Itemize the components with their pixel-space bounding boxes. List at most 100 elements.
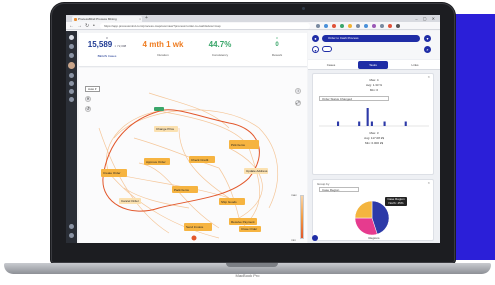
menu-icon[interactable]: [396, 24, 400, 28]
pie-slice-south: [354, 200, 373, 219]
forward-icon[interactable]: →: [77, 22, 82, 30]
info-icon[interactable]: [312, 235, 318, 241]
sparkline-bar: [383, 121, 386, 126]
metric-label: Rework: [271, 53, 283, 57]
close-icon[interactable]: ✕: [427, 181, 430, 185]
pie-tooltip: Case Region North: 45%: [385, 197, 407, 206]
profile-icon[interactable]: [388, 24, 392, 28]
metric-duration[interactable]: 4 mth 1 wk Duration: [137, 36, 189, 57]
process-selector-area: ● Order to Cash Process ▾ ▾ ⌕: [308, 31, 440, 59]
extension-icon[interactable]: [372, 24, 376, 28]
end-node: [191, 235, 197, 241]
group-by-select[interactable]: Case Region: [319, 187, 359, 192]
app-logo-icon[interactable]: [69, 35, 74, 40]
settings-icon[interactable]: [69, 97, 74, 102]
node-label: Pick Items: [231, 143, 245, 147]
filter-icon[interactable]: ▾: [312, 46, 319, 53]
lock-icon: •: [93, 23, 95, 29]
node-group: Create Order Approve Order Check Credit …: [101, 107, 268, 232]
details-panel: ● Order to Cash Process ▾ ▾ ⌕ Cases Task…: [308, 31, 440, 243]
edge: [98, 127, 170, 234]
favicon-icon: [74, 18, 77, 21]
plus-icon[interactable]: +: [145, 15, 148, 22]
metric-rework[interactable]: 0 0 Rework: [251, 36, 303, 57]
search-icon[interactable]: ⌕: [424, 46, 431, 53]
extension-icon[interactable]: [364, 24, 368, 28]
attribute-select[interactable]: Order Status Changed: [319, 96, 389, 101]
laptop-notch: [226, 263, 278, 267]
extension-icon[interactable]: [324, 24, 328, 28]
extension-icon[interactable]: [316, 24, 320, 28]
help-icon[interactable]: [69, 233, 74, 238]
metric-label: Duration: [157, 53, 169, 57]
map-icon[interactable]: [69, 73, 74, 78]
edge: [138, 162, 220, 229]
url-field[interactable]: https://app.processmind.com/process-map/…: [100, 23, 310, 29]
stat2-min: Min: 0.000 k$: [364, 141, 383, 145]
node-label: Send Invoice: [186, 225, 204, 229]
pie-slices: [354, 200, 390, 236]
metrics-bar: # 15,589 × 72,008 BEGIN Cases 4 mth 1 wk…: [79, 33, 307, 67]
sparkline-bar: [366, 108, 369, 126]
gear-icon[interactable]: [69, 224, 74, 229]
metric-value: 15,589: [87, 40, 113, 49]
process-map[interactable]: Auto ▾ ✕ ↺ ↕ ⤢ Create Order Approve Orde…: [79, 68, 307, 243]
legend-max-label: max: [291, 193, 297, 197]
address-bar: ← → ↻ • https://app.processmind.com/proc…: [66, 22, 440, 30]
stat-avg: Avg: 1.33 %: [365, 83, 383, 87]
chevron-down-icon[interactable]: ▾: [424, 35, 431, 42]
back-icon[interactable]: ←: [69, 22, 74, 30]
tab-links[interactable]: Links: [400, 61, 430, 69]
metric-consistency[interactable]: 44.7% Consistency: [194, 36, 246, 57]
legend-min-label: min: [291, 238, 296, 242]
filter-toggle[interactable]: [322, 46, 332, 52]
stats-card: ✕ Max: 4 Avg: 1.33 % Min: 0 Order Status…: [312, 73, 434, 175]
extension-icon[interactable]: [348, 24, 352, 28]
metric-label: BEGIN Cases: [97, 54, 117, 58]
chart-icon[interactable]: [69, 81, 74, 86]
tab-tasks[interactable]: Tasks: [358, 61, 388, 69]
extension-icon[interactable]: [332, 24, 336, 28]
start-node: [154, 107, 164, 111]
extension-icon[interactable]: [356, 24, 360, 28]
avatar[interactable]: [68, 62, 75, 69]
process-graph: Create Order Approve Order Check Credit …: [98, 92, 279, 241]
node-label: Pack Items: [174, 188, 189, 192]
card-title: Group by: [317, 182, 330, 186]
metric-value: 4 mth 1 wk: [142, 40, 184, 49]
sparkline-bar: [358, 121, 361, 126]
tooltip-line: North: 45%: [388, 201, 404, 205]
sparkline-bar: [370, 121, 373, 126]
frequency-legend: [300, 195, 304, 239]
filter-icon[interactable]: [69, 89, 74, 94]
distribution-sparkline: [319, 108, 429, 127]
browser-tab-strip: ProcessMind Process Mining × + – ▢ ✕: [66, 15, 440, 22]
sparkline-bars: [336, 108, 407, 126]
device-label: MacBook Pro: [235, 273, 260, 278]
node-label: Approve Order: [146, 160, 166, 164]
extension-icon[interactable]: [340, 24, 344, 28]
stat2-avg: Avg: 117.08 k$: [364, 136, 384, 140]
tab-cases[interactable]: Cases: [316, 61, 346, 69]
edge-group: [98, 92, 279, 239]
stat-max: Max: 4: [369, 78, 379, 82]
stat-min: Min: 0: [369, 88, 379, 92]
home-icon[interactable]: [69, 44, 74, 49]
process-icon[interactable]: [69, 53, 74, 58]
node-label: Change Price: [156, 127, 175, 131]
app-sidebar: [66, 31, 77, 243]
node-label: Receive Payment: [231, 220, 255, 224]
process-icon[interactable]: ●: [312, 35, 319, 42]
process-select[interactable]: Order to Cash Process: [322, 35, 420, 42]
sparkline-bar: [404, 121, 407, 126]
window-controls-icon[interactable]: – ▢ ✕: [415, 15, 437, 22]
extension-icon[interactable]: [380, 24, 384, 28]
metric-cases[interactable]: # 15,589 × 72,008 BEGIN Cases: [81, 36, 133, 58]
edge: [228, 147, 263, 219]
camera-dot: [302, 7, 305, 10]
node-label: Check Credit: [191, 158, 209, 162]
distribution-card: ✕ Group by Case Region Regions: [312, 179, 434, 241]
reload-icon[interactable]: ↻: [85, 22, 89, 30]
node-label: Close Order: [241, 227, 257, 231]
sparkline-bar: [336, 121, 340, 126]
